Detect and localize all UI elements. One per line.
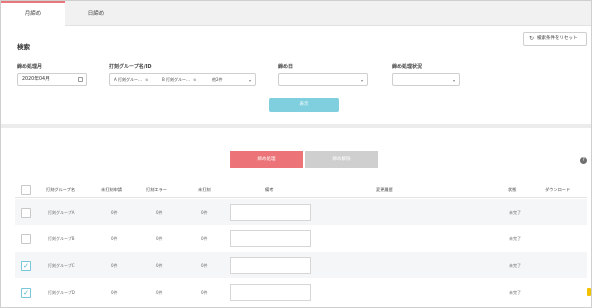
remove-tag-icon[interactable]: ⊗ (145, 76, 148, 84)
row-checkbox[interactable] (21, 208, 31, 218)
row-unpunched-request: 0件 (111, 290, 118, 295)
row-unpunched: 0件 (201, 236, 208, 241)
row-group-name: 打刻グループC (48, 263, 75, 268)
close-process-button[interactable]: 締め処理 (230, 151, 303, 168)
row-group-name: 打刻グループA (48, 210, 75, 215)
section-divider (1, 124, 591, 128)
header-punch-error: 打刻エラー (146, 187, 167, 192)
closing-day-select[interactable]: ▾ (278, 73, 368, 86)
period-label: 締め処理月 (17, 64, 43, 70)
calendar-icon[interactable] (78, 77, 83, 82)
row-punch-error: 0件 (156, 290, 163, 295)
group-tag-a: A 打刻グルー… ⊗ (114, 76, 149, 84)
row-status: 未完了 (509, 236, 521, 241)
closing-status-label: 締め処理状況 (392, 64, 423, 70)
row-punch-error: 0件 (156, 210, 163, 215)
row-group-name: 打刻グループB (48, 236, 75, 241)
table-row: 打刻グループB 0件 0件 0件 未完了 (15, 225, 587, 251)
row-checkbox[interactable] (21, 234, 31, 244)
row-unpunched: 0件 (201, 210, 208, 215)
row-status: 未完了 (509, 290, 521, 295)
table-header: 打刻グループ名 未打刻申請 打刻エラー 未打刻 備考 変更履歴 状態 ダウンロー… (15, 181, 587, 198)
app-frame: 月締め 日締め 検索 ↻ 検索条件をリセット 締め処理月 2020年04月 打刻… (0, 0, 592, 308)
row-notes-input[interactable] (230, 204, 311, 221)
group-label: 打刻グループ名/ID (109, 64, 152, 70)
table-row: 打刻グループA 0件 0件 0件 未完了 (15, 199, 587, 225)
header-notes: 備考 (265, 187, 274, 192)
header-group-name: 打刻グループ名 (46, 187, 76, 192)
display-button[interactable]: 表示 (269, 98, 339, 112)
row-unpunched: 0件 (201, 290, 208, 295)
row-notes-input[interactable] (230, 257, 311, 274)
period-input[interactable]: 2020年04月 (17, 73, 87, 86)
cancel-close-button[interactable]: 締め解除 (305, 151, 378, 168)
row-group-name: 打刻グループD (48, 290, 75, 295)
header-download: ダウンロード (545, 187, 571, 192)
reset-search-button[interactable]: ↻ 検索条件をリセット (523, 32, 587, 46)
row-checkbox[interactable]: ✓ (21, 288, 31, 298)
refresh-icon: ↻ (529, 35, 535, 42)
row-unpunched-request: 0件 (111, 236, 118, 241)
row-status: 未完了 (509, 210, 521, 215)
group-tag-b: B 打刻グルー… ⊗ (162, 76, 197, 84)
table-row: ✓ 打刻グループC 0件 0件 0件 未完了 (15, 252, 587, 278)
reset-search-label: 検索条件をリセット (537, 36, 578, 41)
tab-daily-closing[interactable]: 日締め (65, 1, 127, 26)
period-value: 2020年04月 (22, 77, 50, 82)
row-punch-error: 0件 (156, 263, 163, 268)
header-unpunched: 未打刻 (198, 187, 211, 192)
row-unpunched: 0件 (201, 263, 208, 268)
chevron-down-icon: ▾ (360, 78, 363, 83)
closing-status-select[interactable]: ▾ (392, 73, 460, 86)
group-select[interactable]: A 打刻グルー… ⊗ B 打刻グルー… ⊗ 他2件 ▾ (109, 73, 256, 86)
corner-marker (587, 288, 591, 296)
closing-day-label: 締め日 (278, 64, 294, 70)
search-title: 検索 (17, 43, 30, 51)
row-unpunched-request: 0件 (111, 263, 118, 268)
row-status: 未完了 (509, 263, 521, 268)
remove-tag-icon[interactable]: ⊗ (193, 76, 196, 84)
row-notes-input[interactable] (230, 230, 311, 247)
header-status: 状態 (508, 187, 517, 192)
chevron-down-icon: ▾ (248, 78, 251, 83)
help-icon[interactable]: ? (580, 157, 587, 164)
row-punch-error: 0件 (156, 236, 163, 241)
row-unpunched-request: 0件 (111, 210, 118, 215)
chevron-down-icon: ▾ (452, 78, 455, 83)
header-change-history: 変更履歴 (376, 187, 393, 192)
row-notes-input[interactable] (230, 284, 311, 301)
group-more-count: 他2件 (212, 77, 223, 82)
tab-monthly-closing[interactable]: 月締め (1, 1, 65, 26)
tab-bar: 月締め 日締め (1, 1, 591, 26)
header-unpunched-request: 未打刻申請 (101, 187, 122, 192)
row-checkbox[interactable]: ✓ (21, 261, 31, 271)
table-row: ✓ 打刻グループD 0件 0件 0件 未完了 (15, 279, 587, 305)
select-all-checkbox[interactable] (21, 185, 31, 195)
